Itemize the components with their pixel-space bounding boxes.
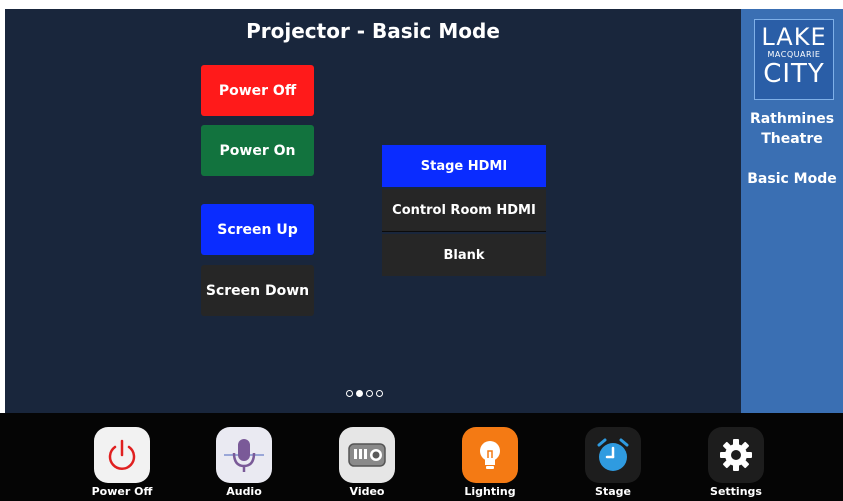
page-title: Projector - Basic Mode <box>246 19 500 43</box>
lake-macquarie-city-logo: LAKE MACQUARIE CITY <box>754 19 834 100</box>
dock-settings[interactable]: Settings <box>696 427 776 498</box>
dock-label: Audio <box>226 485 262 498</box>
sidebar: LAKE MACQUARIE CITY Rathmines Theatre Ba… <box>741 9 843 413</box>
page-dot[interactable] <box>366 390 373 397</box>
dock-audio[interactable]: Audio <box>204 427 284 498</box>
dock-label: Video <box>349 485 385 498</box>
page-dot-active[interactable] <box>356 390 363 397</box>
dock-stage[interactable]: Stage <box>573 427 653 498</box>
power-on-button[interactable]: Power On <box>201 125 314 176</box>
page-indicator <box>346 390 383 397</box>
venue-name: Rathmines Theatre <box>749 111 835 147</box>
gear-icon <box>708 427 764 483</box>
dock-label: Lighting <box>464 485 516 498</box>
power-icon <box>94 427 150 483</box>
mode-label: Basic Mode <box>747 171 837 187</box>
dock-lighting[interactable]: Lighting <box>450 427 530 498</box>
page-dot[interactable] <box>376 390 383 397</box>
microphone-icon <box>216 427 272 483</box>
power-off-button[interactable]: Power Off <box>201 65 314 116</box>
projector-icon <box>339 427 395 483</box>
source-stage-hdmi[interactable]: Stage HDMI <box>382 145 546 187</box>
bottom-dock: Power Off Audio Video Lighting Stage Set… <box>0 413 843 501</box>
screen-down-button[interactable]: Screen Down <box>201 265 314 316</box>
lightbulb-icon <box>462 427 518 483</box>
dock-label: Stage <box>595 485 631 498</box>
dock-label: Settings <box>710 485 762 498</box>
source-blank[interactable]: Blank <box>382 234 546 276</box>
dock-power-off[interactable]: Power Off <box>82 427 162 498</box>
screen-up-button[interactable]: Screen Up <box>201 204 314 255</box>
page-dot[interactable] <box>346 390 353 397</box>
control-panel: Projector - Basic Mode Power Off Power O… <box>5 9 741 413</box>
alarm-clock-icon <box>585 427 641 483</box>
dock-video[interactable]: Video <box>327 427 407 498</box>
dock-label: Power Off <box>91 485 153 498</box>
source-control-room-hdmi[interactable]: Control Room HDMI <box>382 189 546 232</box>
